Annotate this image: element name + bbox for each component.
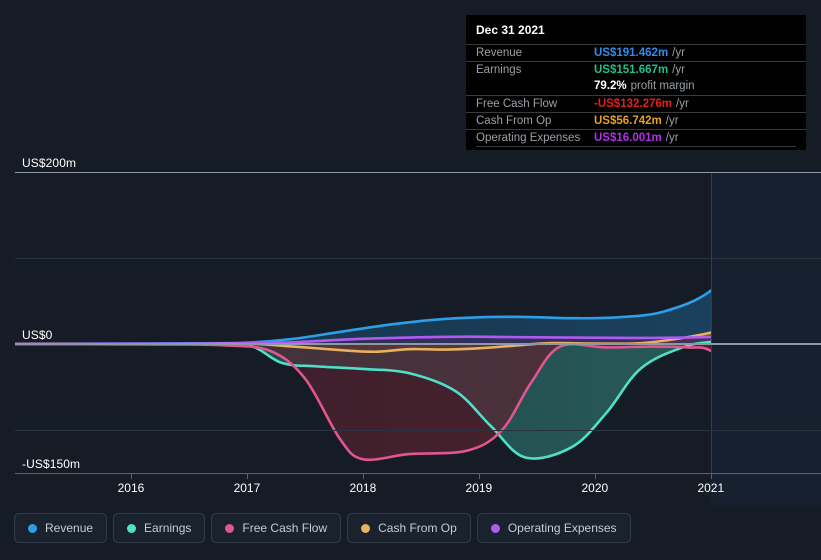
tooltip-profit-margin-row: 79.2% profit margin [466,78,806,95]
tooltip-row-label: Earnings [476,64,522,76]
legend-item-label: Operating Expenses [507,521,617,535]
tooltip-row-unit: /yr [672,64,685,76]
legend-item-cash-from-op[interactable]: Cash From Op [347,513,471,543]
tooltip-row: Operating Expenses US$16.001m/yr [466,129,806,146]
tooltip-row: Earnings US$151.667m/yr [466,61,806,78]
tooltip-row-label: Revenue [476,47,523,59]
gridline-200 [15,172,821,173]
tooltip-row-value: US$16.001m [594,132,662,144]
financial-chart-widget: US$200m US$0 -US$150m 2016 2017 2018 2019 2020 2… [0,0,821,560]
x-axis-label: 2021 [697,481,725,495]
tooltip-date: Dec 31 2021 [476,23,545,37]
tooltip-row: Revenue US$191.462m/yr [466,44,806,61]
series-svg [15,175,821,463]
legend-color-dot-icon [127,523,137,533]
profit-margin-label: profit margin [630,80,695,92]
legend-item-free-cash-flow[interactable]: Free Cash Flow [211,513,342,543]
legend-color-dot-icon [28,523,37,533]
legend-item-label: Revenue [45,521,94,535]
x-axis-tick [594,474,596,479]
x-axis-label: 2019 [465,481,493,495]
legend-item-label: Cash From Op [378,521,457,535]
legend-item-label: Earnings [144,521,192,535]
gridline-0 [15,343,821,345]
legend-color-dot-icon [490,523,500,533]
tooltip-row-value: -US$132.276m [594,98,672,110]
legend-item-revenue[interactable]: Revenue [14,513,108,543]
tooltip-row-unit: /yr [665,115,679,127]
legend-item-label: Free Cash Flow [242,521,328,535]
legend-item-earnings[interactable]: Earnings [113,513,206,543]
x-axis-tick [362,474,364,479]
forecast-divider [710,172,712,473]
x-axis-tick [246,474,248,479]
datapoint-tooltip: Dec 31 2021 Revenue US$191.462m/yr Earning… [466,15,806,150]
x-axis-label: 2020 [581,481,609,495]
tooltip-rows: Revenue US$191.462m/yr Earnings US$151.667m… [466,44,806,147]
tooltip-row-unit: /yr [672,47,685,59]
series-plot [15,172,821,473]
tooltip-row-label: Free Cash Flow [476,98,558,110]
tooltip-row-unit: /yr [676,98,689,110]
tooltip-row-value: US$56.742m [594,115,662,127]
legend-color-dot-icon [361,523,371,533]
tooltip-row-label: Operating Expenses [476,132,581,144]
tooltip-row-label: Cash From Op [476,115,552,127]
legend-item-operating-expenses[interactable]: Operating Expenses [476,513,631,543]
gridline--100 [15,430,821,431]
legend-color-dot-icon [225,523,235,533]
x-axis-baseline [15,473,821,474]
tooltip-bottom-rule [476,146,796,147]
forecast-band [710,172,821,505]
y-axis-label: US$0 [22,328,53,342]
x-axis-tick [130,474,132,479]
area-fill-revenue [15,179,821,344]
x-axis-label: 2016 [117,481,145,495]
tooltip-row: Cash From Op US$56.742m/yr [466,112,806,129]
x-axis-tick [710,474,712,479]
tooltip-row-value: US$151.667m [594,64,669,76]
x-axis-label: 2018 [349,481,377,495]
x-axis-tick [478,474,480,479]
profit-margin-value: 79.2% [594,80,627,92]
area-fill-free-cash-flow [15,344,821,460]
gridline-100 [15,258,821,259]
chart-legend[interactable]: Revenue Earnings Free Cash Flow Cash From O… [14,513,631,543]
y-axis-label: -US$150m [22,457,81,471]
y-axis-label: US$200m [22,156,77,170]
x-axis-label: 2017 [233,481,261,495]
tooltip-row-value: US$191.462m [594,47,669,59]
tooltip-row: Free Cash Flow -US$132.276m/yr [466,95,806,112]
tooltip-row-unit: /yr [665,132,679,144]
